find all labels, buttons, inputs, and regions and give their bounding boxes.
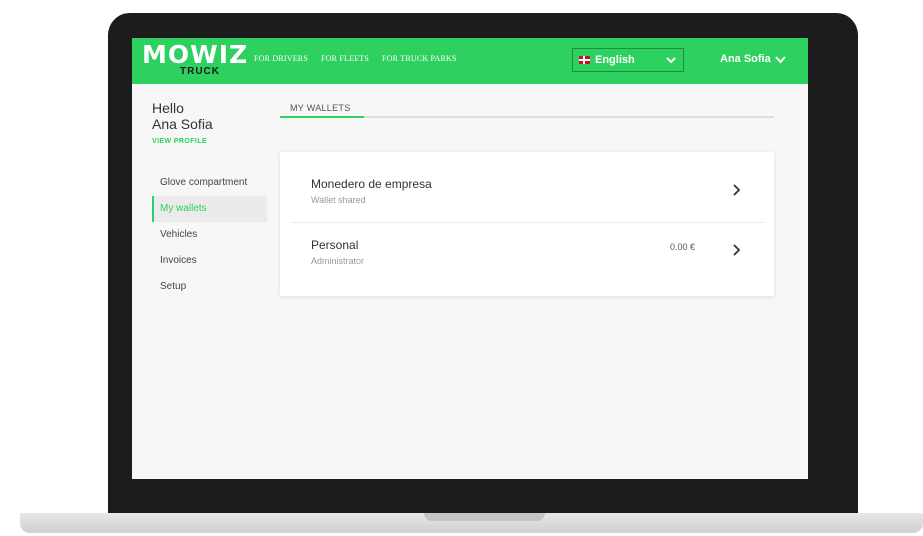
wallet-row[interactable]: Personal Administrator 0.00 € <box>280 224 774 294</box>
user-name: Ana Sofia <box>720 53 771 65</box>
sidebar-item-vehicles[interactable]: Vehicles <box>152 222 267 248</box>
user-menu[interactable]: Ana Sofia <box>720 53 786 65</box>
language-value: English <box>595 54 635 66</box>
logo-wordmark: MOWIZ <box>142 40 249 69</box>
nav-for-truck-parks[interactable]: FOR TRUCK PARKS <box>382 54 457 63</box>
greeting: Hello Ana Sofia <box>152 100 213 132</box>
chevron-right-icon <box>733 184 741 196</box>
tab-my-wallets[interactable]: MY WALLETS <box>290 103 351 113</box>
sidebar-item-glove-compartment[interactable]: Glove compartment <box>152 170 267 196</box>
chevron-right-icon <box>733 244 741 256</box>
uk-flag-icon <box>579 56 590 64</box>
greeting-hello: Hello <box>152 100 184 116</box>
top-header: MOWIZ TRUCK FOR DRIVERS FOR FLEETS FOR T… <box>132 38 808 84</box>
language-select[interactable]: English <box>572 48 684 72</box>
wallet-role: Wallet shared <box>311 195 366 205</box>
wallet-balance: 0.00 € <box>670 242 696 252</box>
tab-active-indicator <box>280 116 364 118</box>
row-divider <box>290 222 764 223</box>
nav-for-drivers[interactable]: FOR DRIVERS <box>254 54 308 63</box>
wallet-role: Administrator <box>311 256 365 266</box>
nav-for-fleets[interactable]: FOR FLEETS <box>321 54 369 63</box>
chevron-down-icon <box>774 55 786 64</box>
main-nav: FOR DRIVERS FOR FLEETS FOR TRUCK PARKS <box>254 54 457 63</box>
view-profile-link[interactable]: VIEW PROFILE <box>152 138 207 145</box>
mowiz-truck-logo[interactable]: MOWIZ TRUCK <box>142 40 247 80</box>
laptop-notch <box>424 513 545 521</box>
wallet-list-card: Monedero de empresa Wallet shared Person… <box>280 152 774 296</box>
wallet-name: Monedero de empresa <box>311 177 432 191</box>
sidebar-item-invoices[interactable]: Invoices <box>152 248 267 274</box>
sidebar-item-my-wallets[interactable]: My wallets <box>152 196 267 222</box>
wallet-row[interactable]: Monedero de empresa Wallet shared <box>280 152 774 222</box>
chevron-down-icon <box>666 57 676 64</box>
wallet-name: Personal <box>311 238 359 252</box>
greeting-user-name: Ana Sofia <box>152 116 213 132</box>
sidebar-menu: Glove compartment My wallets Vehicles In… <box>152 170 267 300</box>
sidebar-item-setup[interactable]: Setup <box>152 274 267 300</box>
logo-subtitle: TRUCK <box>180 66 220 77</box>
app-screen: MOWIZ TRUCK FOR DRIVERS FOR FLEETS FOR T… <box>132 38 808 479</box>
